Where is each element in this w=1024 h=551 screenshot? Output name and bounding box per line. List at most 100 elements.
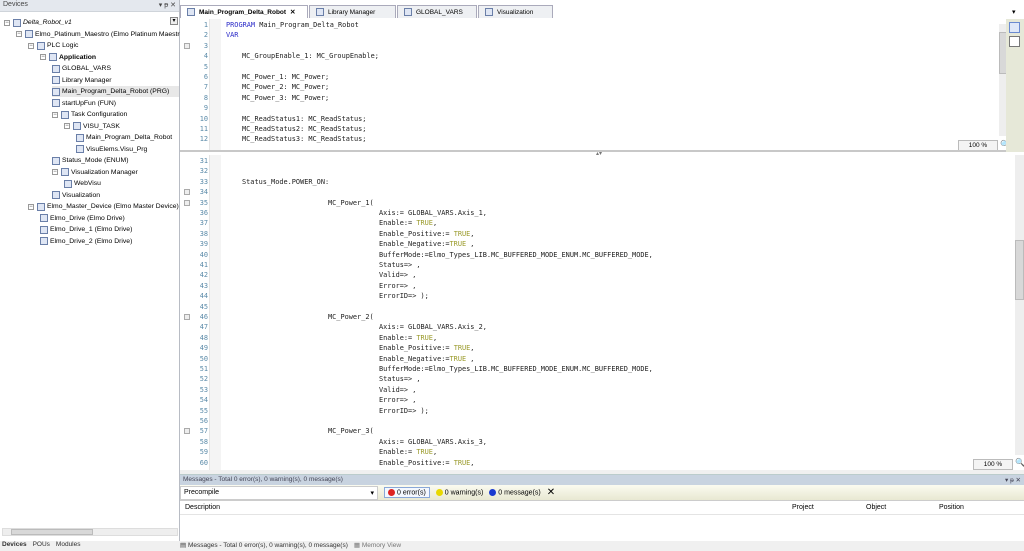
collapse-toggle-icon[interactable]: −: [64, 123, 70, 129]
zoom-icon[interactable]: 🔍: [1015, 458, 1024, 467]
code-text: BufferMode:=Elmo_Types_LIB.MC_BUFFERED_M…: [379, 250, 653, 260]
code-text: ErrorID=> );: [379, 291, 429, 301]
tree-item[interactable]: − Delta_Robot_v1: [4, 17, 72, 28]
toolbox-icon[interactable]: [1009, 22, 1020, 33]
tree-item[interactable]: Status_Mode (ENUM): [52, 155, 128, 166]
clear-messages-icon[interactable]: ✕: [547, 487, 555, 498]
tab-messages[interactable]: ▤ Messages - Total 0 error(s), 0 warning…: [180, 541, 348, 551]
dropdown-icon[interactable]: ▾: [1005, 477, 1008, 484]
tab-modules[interactable]: Modules: [56, 541, 81, 551]
tab-devices[interactable]: Devices: [2, 541, 27, 551]
code-token: MC_ReadStatus3: MC_ReadStatus;: [242, 135, 367, 144]
code-text: Enable_Negative:=TRUE ,: [379, 239, 474, 249]
tree-item[interactable]: − Elmo_Master_Device (Elmo Master Device): [28, 201, 179, 212]
tab-visualization[interactable]: Visualization: [478, 5, 553, 18]
line-number: 3: [203, 41, 208, 50]
collapse-toggle-icon[interactable]: −: [28, 203, 34, 210]
properties-icon[interactable]: [1009, 36, 1020, 47]
literal: TRUE: [416, 219, 433, 228]
pin-icon[interactable]: ᵽ: [1010, 477, 1014, 484]
code-text: Error=> ,: [379, 281, 416, 291]
devices-panel-header: Devices ▾ ᵽ ✕: [0, 0, 179, 12]
code-token: Main_Program_Delta_Robot: [255, 21, 359, 29]
code-token: ,: [470, 458, 475, 467]
collapse-toggle-icon[interactable]: −: [40, 54, 46, 60]
column-position[interactable]: Position: [939, 504, 964, 511]
column-project[interactable]: Project: [792, 504, 866, 511]
tree-item[interactable]: − Application: [40, 52, 96, 63]
tree-item[interactable]: Elmo_Drive (Elmo Drive): [40, 213, 125, 224]
keyword: VAR: [226, 31, 239, 40]
pin-icon[interactable]: ᵽ: [164, 2, 168, 9]
errors-filter-button[interactable]: 0 error(s): [384, 486, 430, 499]
collapse-toggle-icon[interactable]: −: [52, 111, 58, 118]
literal: TRUE: [416, 333, 433, 342]
collapse-toggle-icon[interactable]: −: [16, 31, 22, 37]
tree-item[interactable]: Library Manager: [52, 75, 112, 86]
line-number: 50: [199, 354, 208, 363]
program-call-icon: [76, 133, 84, 142]
line-number: 56: [199, 417, 208, 425]
code-token: ErrorID=> );: [379, 292, 429, 301]
column-object[interactable]: Object: [866, 504, 939, 511]
code-line: 46 MC_Power_2(: [180, 312, 980, 322]
declaration-editor[interactable]: 100 % 🔍 1 PROGRAM Main_Program_Delta_Robo…: [180, 19, 1024, 152]
tree-item[interactable]: startUpFun (FUN): [52, 98, 116, 109]
tree-item[interactable]: − VISU_TASK: [64, 121, 120, 132]
tree-item[interactable]: VisuElems.Visu_Prg: [76, 144, 147, 155]
tree-item-label: VisuElems.Visu_Prg: [86, 145, 148, 153]
code-token: Error=> ,: [379, 281, 417, 290]
line-number: 6: [203, 73, 208, 81]
warnings-filter-button[interactable]: 0 warning(s): [435, 488, 483, 496]
tab-list-dropdown[interactable]: ▾: [1012, 8, 1016, 16]
tree-dropdown-button[interactable]: ▾: [170, 17, 178, 25]
code-line: 44 ErrorID=> );: [180, 291, 980, 301]
code-token: MC_Power_3: MC_Power;: [242, 93, 330, 102]
close-icon[interactable]: ✕: [170, 2, 176, 9]
program-icon: [52, 87, 60, 96]
tree-item[interactable]: Elmo_Drive_1 (Elmo Drive): [40, 224, 132, 235]
code-line: 33 Status_Mode.POWER_ON:: [180, 177, 980, 187]
line-number: 4: [203, 52, 208, 61]
vertical-scrollbar-bottom[interactable]: [1015, 155, 1024, 455]
tree-item[interactable]: − PLC Logic: [28, 40, 78, 51]
code-token: Status_Mode.POWER_ON:: [242, 177, 330, 186]
close-icon[interactable]: ✕: [1016, 477, 1021, 484]
code-line: 41 Status=> ,: [180, 260, 980, 270]
code-token: Enable:=: [379, 448, 417, 457]
close-tab-icon[interactable]: ✕: [290, 8, 295, 16]
tree-item[interactable]: − Visualization Manager: [52, 167, 138, 178]
tree-item[interactable]: Visualization: [52, 190, 100, 201]
implementation-editor[interactable]: 100 % 🔍 31 32 33 Status_Mode.POWER_ON: 34 35 M…: [180, 155, 1024, 470]
tree-item[interactable]: Main_Program_Delta_Robot: [76, 132, 172, 143]
collapse-toggle-icon[interactable]: −: [52, 169, 58, 175]
collapse-toggle-icon[interactable]: −: [28, 42, 34, 49]
line-number: 59: [199, 448, 208, 457]
tree-item[interactable]: − Elmo_Platinum_Maestro (Elmo Platinum Ma…: [16, 29, 186, 40]
code-token: Status=> ,: [379, 375, 421, 384]
code-text: MC_ReadStatus3: MC_ReadStatus;: [242, 134, 366, 144]
tab-main-program[interactable]: Main_Program_Delta_Robot ✕: [180, 5, 308, 18]
code-token: MC_Power_2(: [328, 313, 374, 321]
code-token: Valid=> ,: [379, 385, 417, 394]
collapse-toggle-icon[interactable]: −: [4, 19, 10, 26]
dropdown-icon[interactable]: ▾: [159, 2, 163, 9]
visu-manager-icon: [61, 168, 69, 176]
horizontal-scrollbar[interactable]: [2, 528, 178, 536]
tree-item[interactable]: Elmo_Drive_2 (Elmo Drive): [40, 236, 132, 247]
tab-memory-view[interactable]: ▦ Memory View: [354, 541, 401, 551]
webvisu-icon: [64, 179, 72, 188]
tab-pous[interactable]: POUs: [33, 541, 50, 551]
tree-item[interactable]: Main_Program_Delta_Robot (PRG): [52, 86, 179, 97]
message-filter-select[interactable]: Precompile ▾: [180, 485, 378, 500]
line-number: 44: [199, 292, 208, 301]
tree-item[interactable]: GLOBAL_VARS: [52, 63, 111, 74]
messages-filter-button[interactable]: 0 message(s): [489, 488, 541, 496]
tree-item[interactable]: − Task Configuration: [52, 109, 127, 120]
tree-item[interactable]: WebVisu: [64, 178, 101, 189]
tab-global-vars[interactable]: GLOBAL_VARS: [397, 5, 477, 18]
visualization-icon: [52, 191, 60, 199]
column-description[interactable]: Description: [180, 504, 792, 511]
tab-library-manager[interactable]: Library Manager: [309, 5, 396, 18]
messages-panel: Messages - Total 0 error(s), 0 warning(s…: [180, 474, 1024, 541]
